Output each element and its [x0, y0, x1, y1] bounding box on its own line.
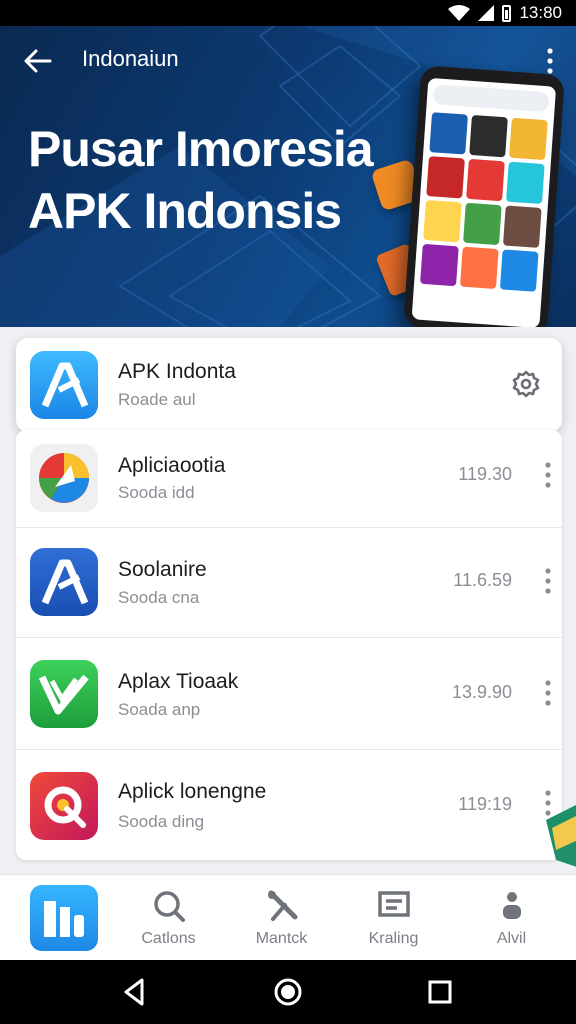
app-time: 119:19 [458, 794, 512, 814]
app-subtitle: Sooda cna [118, 588, 200, 607]
home-circle-icon[interactable] [272, 976, 304, 1008]
back-triangle-icon[interactable] [118, 976, 150, 1008]
app-name: Aplick lonengne [118, 780, 267, 803]
bottom-navigation: Catlons Mantck Kraling Alvil [0, 874, 576, 960]
search-icon [153, 891, 185, 922]
recents-square-icon[interactable] [424, 976, 456, 1008]
app-list: Apliciaootia Sooda idd 119.30 Soolanire … [16, 430, 562, 860]
list-item[interactable]: Aplick lonengne Sooda ding 119:19 [16, 750, 562, 860]
app-name: Aplax Tioaak [118, 670, 239, 693]
nav-alvil[interactable]: Alvil [454, 875, 569, 961]
signal-icon [478, 5, 495, 21]
settings-gear-icon[interactable] [512, 370, 540, 398]
headline-line-2: APK Indonsis [28, 183, 342, 239]
back-arrow-icon[interactable] [22, 46, 54, 76]
list-item[interactable]: Apliciaootia Sooda idd 119.30 [16, 430, 562, 528]
app-time: 11.6.59 [453, 570, 512, 590]
app-time: 119.30 [458, 464, 512, 484]
featured-app-subtitle: Roade aul [118, 390, 196, 409]
app-name: Soolanire [118, 558, 207, 581]
nav-mantck[interactable]: Mantck [224, 875, 339, 961]
phone-mockup [403, 65, 565, 327]
profile-icon [502, 892, 521, 919]
list-item[interactable]: Soolanire Sooda cna 11.6.59 [16, 528, 562, 638]
home-icon [30, 885, 98, 951]
nav-label: Mantck [255, 930, 308, 947]
decorative-tile [546, 805, 576, 867]
more-options-icon[interactable] [544, 680, 552, 706]
status-time: 13:80 [519, 3, 562, 22]
loop-app-icon [30, 772, 98, 840]
hero-headline: Pusar Imoresia APK Indonsis [28, 118, 374, 242]
a-store-app-icon [30, 351, 98, 419]
more-options-icon[interactable] [544, 462, 552, 488]
nav-label: Alvil [496, 930, 527, 947]
nav-label: Catlons [141, 930, 196, 947]
featured-app-card[interactable]: APK Indonta Roade aul [16, 338, 562, 432]
nav-catlons[interactable]: Catlons [111, 875, 226, 961]
app-subtitle: Soada anp [118, 700, 201, 719]
app-name: Apliciaootia [118, 454, 226, 477]
app-subtitle: Sooda ding [118, 812, 205, 831]
hero-banner: Indonaiun Pusar Imoresia APK Indonsis [0, 26, 576, 327]
system-navigation-bar [0, 960, 576, 1024]
app-time: 13.9.90 [451, 682, 512, 702]
more-options-icon[interactable] [546, 48, 554, 74]
header-title: Indonaiun [82, 46, 179, 71]
nav-label: Kraling [368, 930, 419, 947]
nav-home[interactable] [0, 875, 115, 961]
tools-icon [267, 890, 297, 921]
check-app-icon [30, 660, 98, 728]
headline-line-1: Pusar Imoresia [28, 121, 374, 177]
battery-icon [502, 4, 512, 22]
wifi-icon [448, 5, 471, 21]
more-options-icon[interactable] [544, 568, 552, 594]
phone-search-bar [432, 84, 550, 113]
ranking-icon [377, 891, 410, 917]
list-item[interactable]: Aplax Tioaak Soada anp 13.9.90 [16, 638, 562, 750]
status-bar: 13:80 [0, 0, 576, 26]
featured-app-name: APK Indonta [118, 360, 236, 383]
app-subtitle: Sooda idd [118, 483, 195, 502]
nav-kraling[interactable]: Kraling [336, 875, 451, 961]
a-store-app-icon [30, 548, 98, 616]
compass-app-icon [30, 444, 98, 512]
